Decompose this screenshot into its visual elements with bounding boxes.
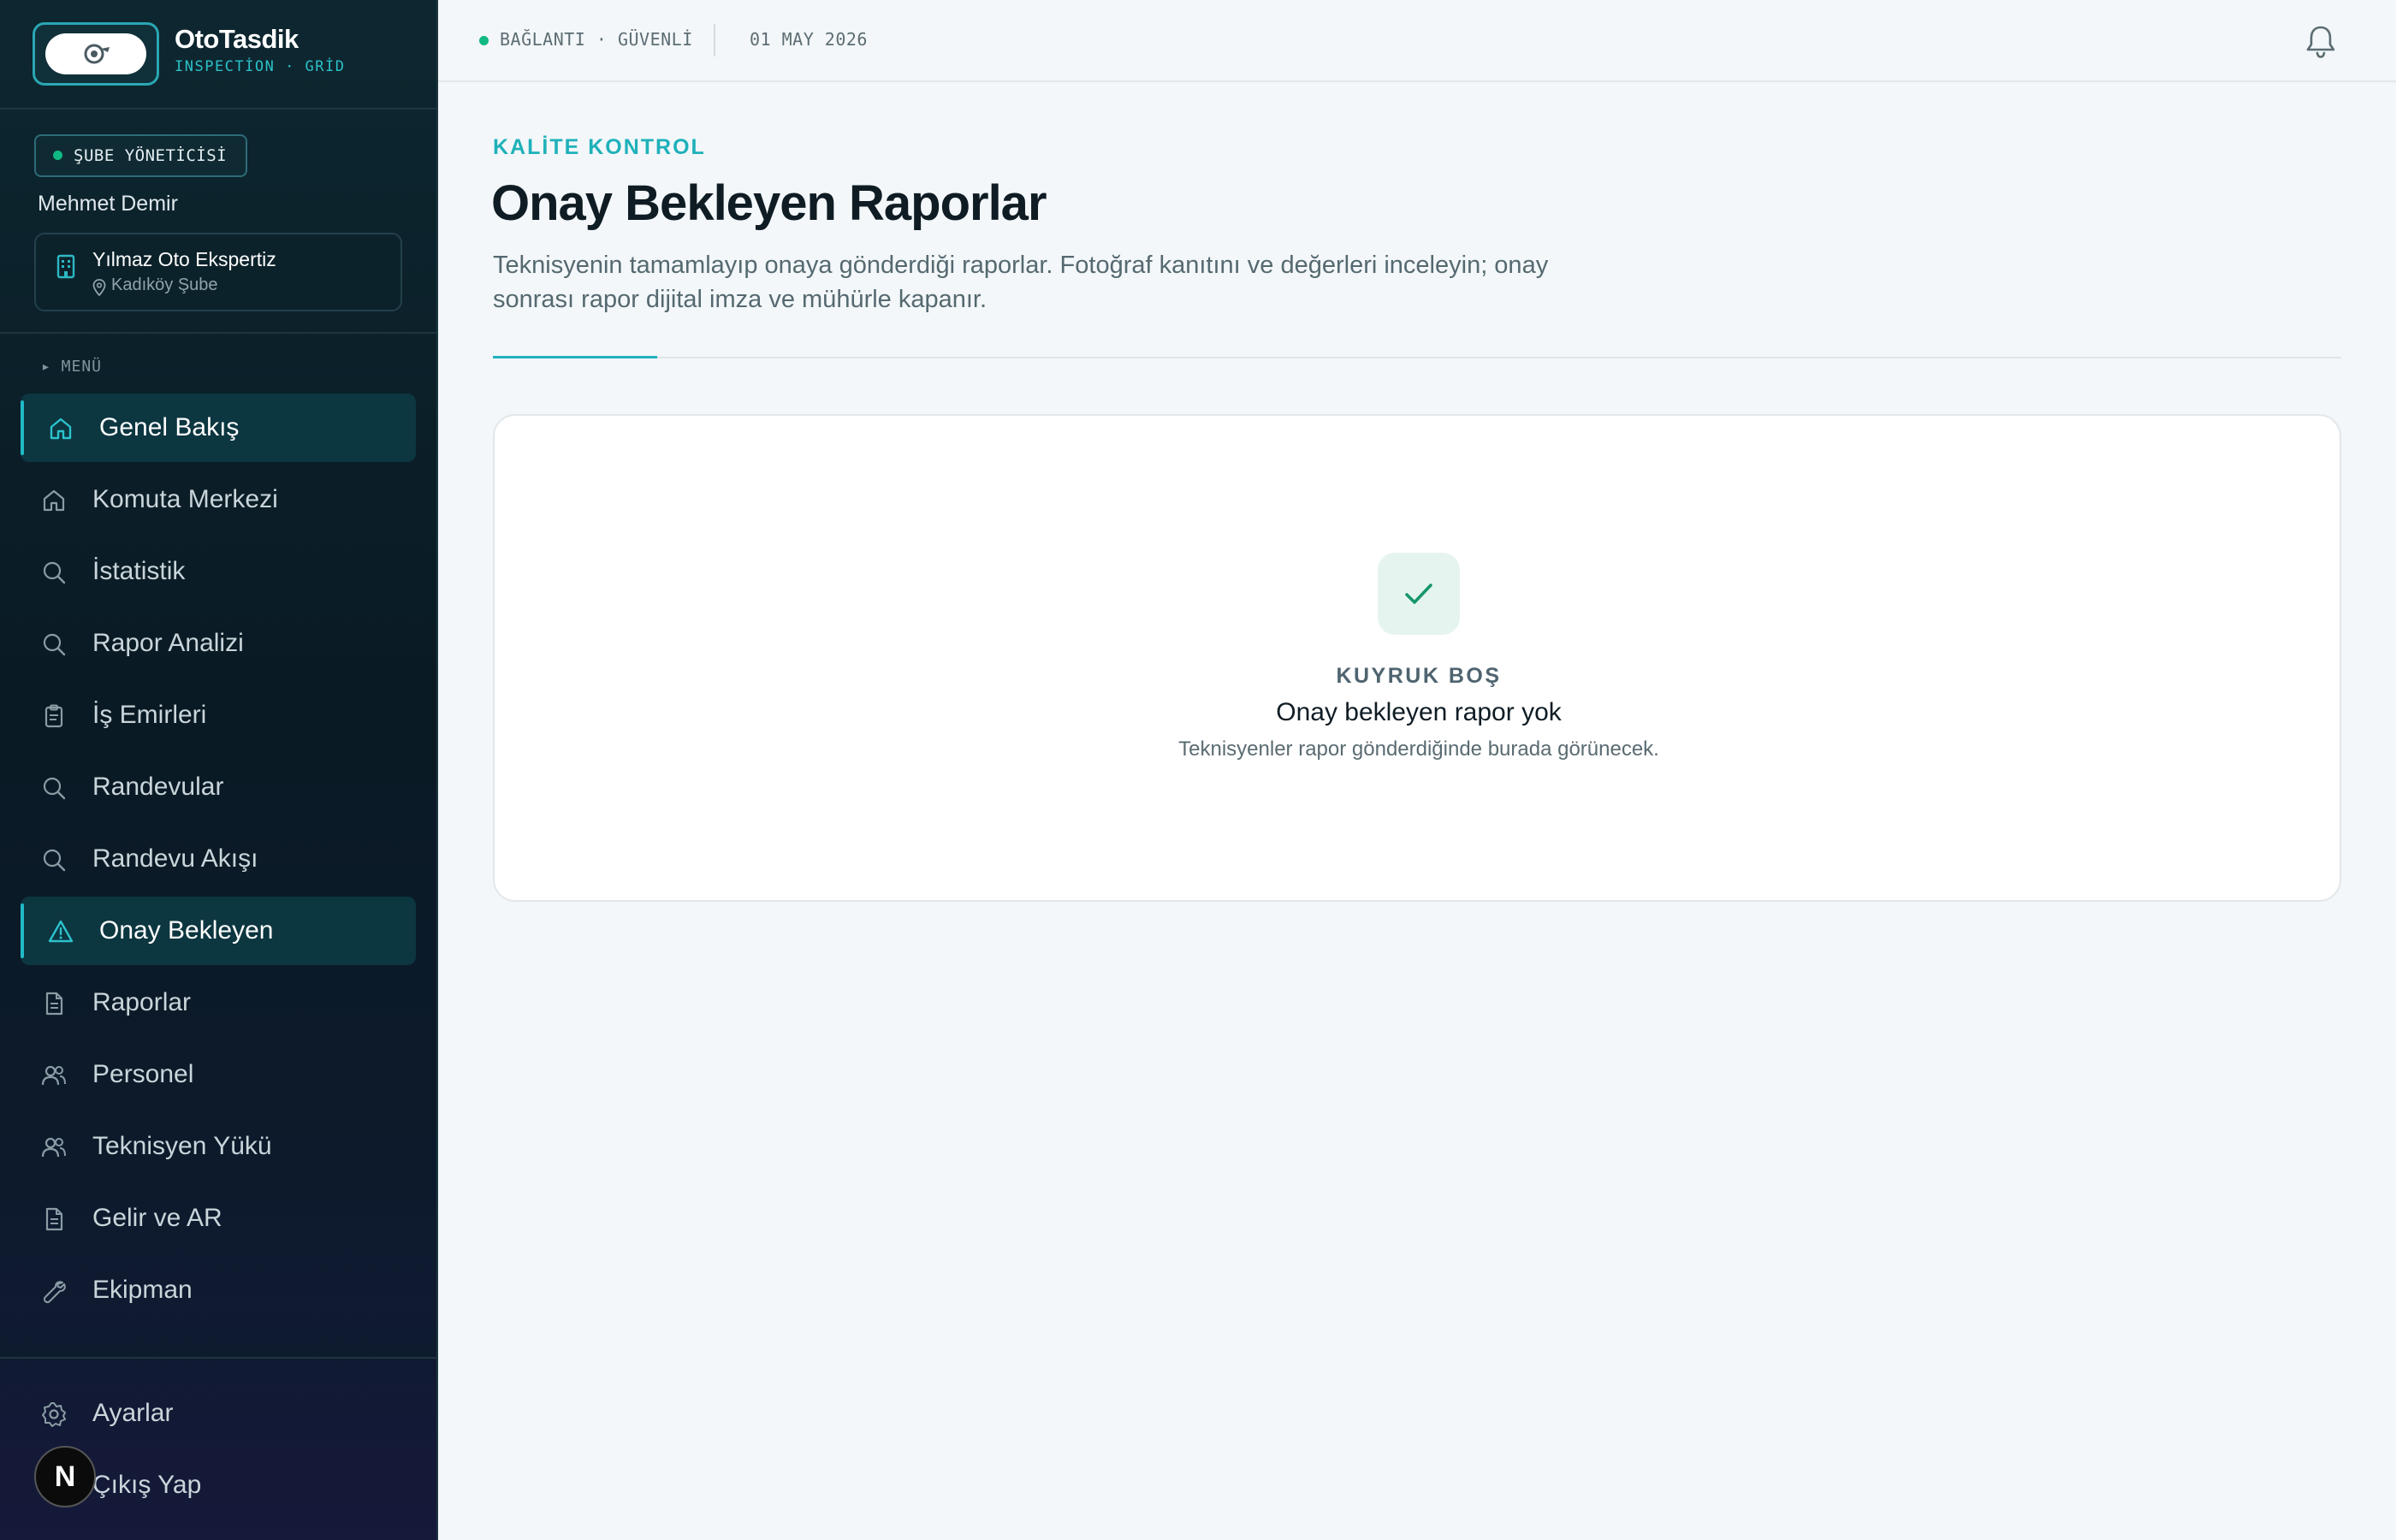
pending-reports-card: KUYRUK BOŞ Onay bekleyen rapor yok Tekni… <box>493 414 2341 902</box>
check-icon <box>1405 583 1432 604</box>
sidebar-item-label: Teknisyen Yükü <box>92 1132 272 1160</box>
warning-icon <box>48 920 74 943</box>
connection-status: BAĞLANTI · GÜVENLİ <box>500 29 693 50</box>
search-icon <box>43 849 66 872</box>
brand-title: OtoTasdik <box>175 24 299 54</box>
sidebar-divider <box>0 332 436 334</box>
page-description: Teknisyenin tamamlayıp onaya gönderdiği … <box>493 252 1549 313</box>
brand-logo[interactable] <box>33 22 159 86</box>
gear-icon <box>42 1402 66 1427</box>
sidebar-item-ayarlar[interactable]: Ayarlar <box>21 1379 416 1448</box>
sidebar-item-is-emirleri[interactable]: İş Emirleri <box>21 681 416 749</box>
search-icon <box>43 633 66 656</box>
sidebar-item-randevular[interactable]: Randevular <box>21 753 416 821</box>
branch-location: Kadıköy Şube <box>111 275 218 294</box>
menu-section-label: ▸ MENÜ <box>41 358 103 376</box>
clipboard-icon <box>44 704 63 728</box>
sidebar-item-label: Onay Bekleyen <box>99 916 274 945</box>
search-icon <box>43 561 66 584</box>
empty-state-subtitle: Teknisyenler rapor gönderdiğinde burada … <box>1178 737 1659 761</box>
sidebar-item-label: Personel <box>92 1060 194 1088</box>
sidebar-item-label: Ekipman <box>92 1276 193 1304</box>
sidebar-item-label: Komuta Merkezi <box>92 485 278 513</box>
sidebar-item-personel[interactable]: Personel <box>21 1040 416 1109</box>
header-divider-accent <box>493 356 657 358</box>
sidebar-item-label: Ayarlar <box>92 1399 174 1427</box>
sidebar-item-onay-bekleyen[interactable]: Onay Bekleyen <box>21 897 416 965</box>
sidebar-item-label: Rapor Analizi <box>92 629 244 657</box>
home-icon <box>43 489 65 512</box>
sidebar-item-label: İstatistik <box>92 557 186 585</box>
sidebar: OtoTasdik INSPECTİON · GRİD ŞUBE YÖNETİC… <box>0 0 438 1540</box>
sidebar-item-genel-bakis[interactable]: Genel Bakış <box>21 394 416 462</box>
branch-card[interactable]: Yılmaz Oto Ekspertiz Kadıköy Şube <box>34 233 402 311</box>
wrench-icon <box>43 1281 66 1304</box>
nav-scroll-fade <box>0 1309 436 1359</box>
bell-icon[interactable] <box>2302 22 2340 60</box>
building-icon <box>56 254 75 279</box>
sidebar-item-label: Gelir ve AR <box>92 1204 222 1232</box>
sidebar-item-label: İş Emirleri <box>92 701 207 729</box>
empty-state-badge <box>1378 553 1460 635</box>
sidebar-nav: Genel Bakış Komuta Merkezi İstatistik Ra… <box>21 394 416 1328</box>
role-badge: ŞUBE YÖNETİCİSİ <box>34 134 248 177</box>
topbar-divider <box>714 24 715 56</box>
header-divider <box>493 357 2341 358</box>
home-icon <box>50 418 72 440</box>
sidebar-bottom-divider <box>0 1357 436 1359</box>
sidebar-item-teknisyen-yuku[interactable]: Teknisyen Yükü <box>21 1112 416 1181</box>
users-icon <box>41 1065 66 1086</box>
map-pin-icon <box>92 279 106 296</box>
search-icon <box>43 777 66 800</box>
sidebar-item-rapor-analizi[interactable]: Rapor Analizi <box>21 609 416 678</box>
sidebar-item-label: Genel Bakış <box>99 413 240 441</box>
sidebar-item-istatistik[interactable]: İstatistik <box>21 537 416 606</box>
sidebar-item-gelir-ve-ar[interactable]: Gelir ve AR <box>21 1184 416 1253</box>
role-label: ŞUBE YÖNETİCİSİ <box>74 146 228 165</box>
role-status-dot <box>53 151 62 160</box>
users-icon <box>41 1137 66 1158</box>
page-title: Onay Bekleyen Raporlar <box>491 175 1047 231</box>
sidebar-item-label: Çıkış Yap <box>92 1471 202 1499</box>
empty-state-title: Onay bekleyen rapor yok <box>1276 698 1562 726</box>
top-bar: BAĞLANTI · GÜVENLİ 01 MAY 2026 <box>438 0 2396 82</box>
sidebar-item-label: Raporlar <box>92 988 192 1016</box>
connection-status-dot <box>479 36 489 45</box>
sidebar-item-randevu-akisi[interactable]: Randevu Akışı <box>21 825 416 893</box>
current-date: 01 MAY 2026 <box>750 29 868 50</box>
document-icon <box>45 992 63 1016</box>
document-icon <box>45 1207 63 1231</box>
sidebar-item-raporlar[interactable]: Raporlar <box>21 968 416 1037</box>
user-name: Mehmet Demir <box>38 192 178 216</box>
dev-tools-avatar[interactable]: N <box>34 1446 96 1507</box>
empty-state-tag: KUYRUK BOŞ <box>1336 664 1502 688</box>
page-eyebrow: KALİTE KONTROL <box>493 135 706 159</box>
sidebar-item-label: Randevular <box>92 773 224 801</box>
brand-header: OtoTasdik INSPECTİON · GRİD <box>0 0 436 110</box>
car-logo-icon <box>45 33 146 74</box>
sidebar-item-komuta-merkezi[interactable]: Komuta Merkezi <box>21 465 416 534</box>
sidebar-item-label: Randevu Akışı <box>92 844 258 873</box>
branch-name: Yılmaz Oto Ekspertiz <box>92 248 276 270</box>
brand-subtitle: INSPECTİON · GRİD <box>175 58 346 75</box>
